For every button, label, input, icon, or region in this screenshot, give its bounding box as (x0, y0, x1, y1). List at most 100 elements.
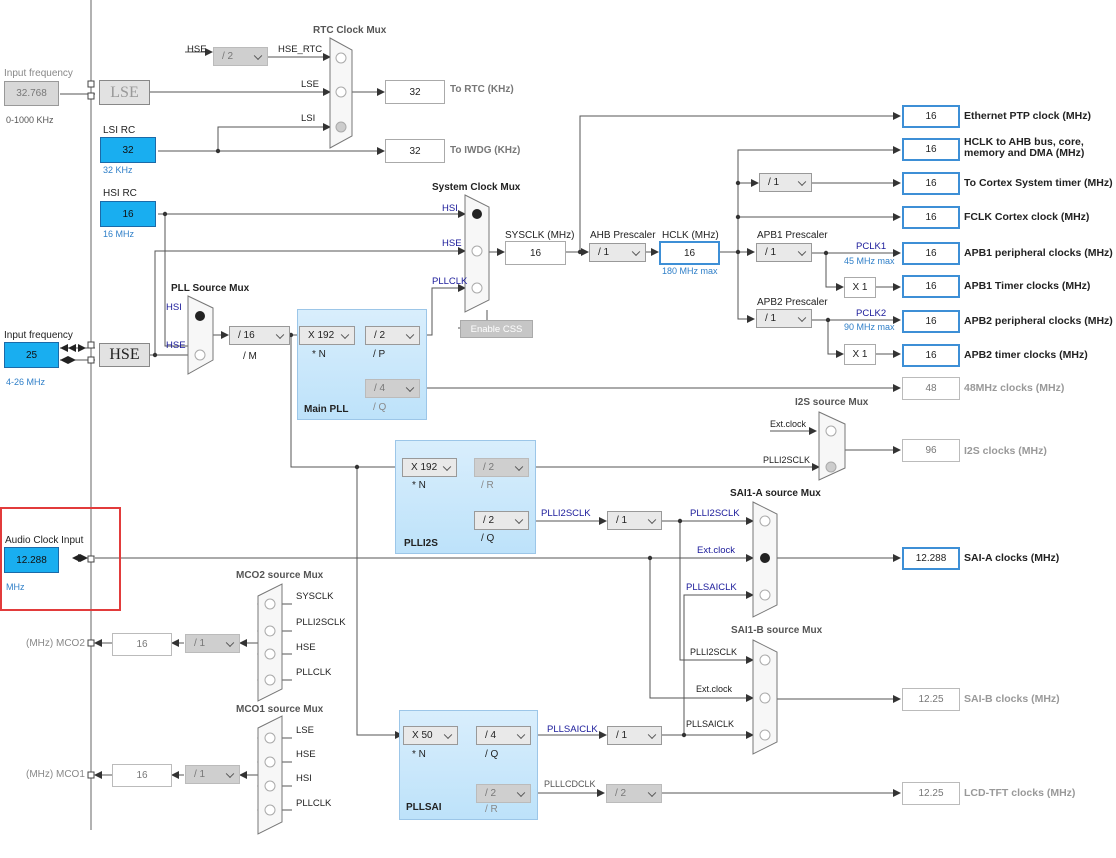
sai1b-plli2sclk: PLLI2SCLK (690, 647, 738, 657)
pclk1-label: PCLK1 (856, 241, 887, 252)
hclk-max: 180 MHz max (662, 266, 718, 276)
system-mux-title: System Clock Mux (432, 182, 521, 193)
apb1-peripheral-value: 16 (902, 242, 960, 265)
mco1-pin-label: (MHz) MCO1 (26, 769, 85, 780)
mco1-mux-title: MCO1 source Mux (236, 704, 324, 715)
lse-frequency-input[interactable]: 32.768 (4, 81, 59, 106)
mco1-value: 16 (112, 764, 172, 787)
mco2-mux-title: MCO2 source Mux (236, 570, 324, 581)
lcd-tft-clock-label: LCD-TFT clocks (MHz) (964, 787, 1076, 799)
apb2-timer-multiplier: X 1 (844, 344, 876, 365)
pllsai-r-label: / R (485, 804, 498, 815)
apb2-timer-label: APB2 timer clocks (MHz) (964, 349, 1088, 361)
apb1-timer-label: APB1 Timer clocks (MHz) (964, 280, 1091, 292)
mco2-input-sysclk: SYSCLK (296, 591, 334, 602)
pll-source-mux-title: PLL Source Mux (171, 283, 250, 294)
pll-source-hse: HSE (166, 340, 186, 351)
ethernet-ptp-label: Ethernet PTP clock (MHz) (964, 110, 1091, 122)
mco2-pin-label: (MHz) MCO2 (26, 638, 85, 649)
apb1-timer-value: 16 (902, 275, 960, 298)
apb2-prescaler-label: APB2 Prescaler (757, 297, 828, 308)
main-pll-q-select[interactable]: / 4 (365, 379, 420, 398)
rtc-input-lsi: LSI (301, 113, 316, 124)
hclk-ahb-label-2: memory and DMA (MHz) (964, 147, 1085, 159)
sai1b-ext-clock: Ext.clock (696, 684, 733, 694)
pllsai-div-select[interactable]: / 1 (607, 726, 662, 745)
fclk-value: 16 (902, 206, 960, 229)
ethernet-ptp-value: 16 (902, 105, 960, 128)
sai-b-clock-label: SAI-B clocks (MHz) (964, 693, 1060, 705)
mco1-divider-select[interactable]: / 1 (185, 765, 240, 784)
apb2-timer-value: 16 (902, 344, 960, 367)
ahb-prescaler-select[interactable]: / 1 (589, 243, 646, 262)
cortex-timer-divider[interactable]: / 1 (759, 173, 812, 192)
clock-48mhz-value: 48 (902, 377, 960, 400)
main-pll-q-label: / Q (373, 402, 387, 413)
audio-clock-input[interactable]: 12.288 (4, 547, 59, 573)
plli2s-div-select[interactable]: / 1 (607, 511, 662, 530)
lse-input-title: Input frequency (4, 68, 73, 79)
pllsai-q-select[interactable]: / 4 (476, 726, 531, 745)
system-mux-hse: HSE (442, 238, 462, 249)
lsi-rc-title: LSI RC (103, 125, 136, 136)
main-pll-p-select[interactable]: / 2 (365, 326, 420, 345)
hclk-value-input[interactable]: 16 (659, 241, 720, 265)
hclk-label: HCLK (MHz) (662, 230, 719, 241)
hse-frequency-input[interactable]: 25 (4, 342, 59, 368)
mco2-input-pllclk: PLLCLK (296, 667, 332, 678)
pllsai-title: PLLSAI (406, 802, 442, 813)
pllsai-r-select[interactable]: / 2 (476, 784, 531, 803)
pllsai-n-select[interactable]: X 50 (403, 726, 458, 745)
pllsaiclk-label: PLLSAICLK (547, 724, 598, 735)
pll-m-divider[interactable]: / 16 (229, 326, 290, 345)
apb2-peripheral-value: 16 (902, 310, 960, 333)
hsi-rc-value: 16 (100, 201, 156, 227)
i2s-mux-title: I2S source Mux (795, 397, 869, 408)
hse-oscillator[interactable]: HSE (99, 343, 150, 367)
i2s-mux-ext-clock: Ext.clock (770, 419, 807, 429)
sai1a-plli2sclk: PLLI2SCLK (690, 508, 740, 519)
system-mux-pllclk: PLLCLK (432, 276, 468, 287)
lsi-rc-value: 32 (100, 137, 156, 163)
main-pll-n-select[interactable]: X 192 (299, 326, 355, 345)
apb2-prescaler-select[interactable]: / 1 (756, 309, 812, 328)
clock-configuration-diagram: Input frequency 32.768 0-1000 KHz LSE LS… (0, 0, 1116, 858)
pll-source-hsi: HSI (166, 302, 182, 313)
lcd-tft-clock-value: 12.25 (902, 782, 960, 805)
plli2s-title: PLLI2S (404, 538, 438, 549)
main-pll-p-label: / P (373, 349, 386, 360)
sai-a-clock-value: 12.288 (902, 547, 960, 570)
apb1-prescaler-label: APB1 Prescaler (757, 230, 828, 241)
sai1b-pllsaiclk: PLLSAICLK (686, 719, 735, 729)
apb1-prescaler-select[interactable]: / 1 (756, 243, 812, 262)
apb1-timer-multiplier: X 1 (844, 277, 876, 298)
mco2-divider-select[interactable]: / 1 (185, 634, 240, 653)
pllsai-n-label: * N (412, 749, 426, 760)
pllsai-lcd-div-select[interactable]: / 2 (606, 784, 662, 803)
plli2s-n-select[interactable]: X 192 (402, 458, 457, 477)
plli2s-q-select[interactable]: / 2 (474, 511, 529, 530)
i2s-clock-value: 96 (902, 439, 960, 462)
apb2-peripheral-label: APB2 peripheral clocks (MHz) (964, 315, 1113, 327)
plli2s-r-select[interactable]: / 2 (474, 458, 529, 477)
audio-clock-unit: MHz (6, 582, 25, 592)
ahb-prescaler-label: AHB Prescaler (590, 230, 656, 241)
sai1a-pllsaiclk: PLLSAICLK (686, 582, 737, 593)
plli2s-n-label: * N (412, 480, 426, 491)
sai1b-mux-title: SAI1-B source Mux (731, 625, 823, 636)
rtc-input-lse: LSE (301, 79, 319, 90)
pclk1-max: 45 MHz max (844, 256, 895, 266)
pll-source-mux-shape (187, 295, 214, 375)
audio-clock-title: Audio Clock Input (5, 535, 84, 546)
main-pll-n-label: * N (312, 349, 326, 360)
plli2sclk-label: PLLI2SCLK (541, 508, 591, 519)
enable-css-button[interactable]: Enable CSS (460, 320, 533, 338)
mco2-input-hse: HSE (296, 642, 316, 653)
hse-range: 4-26 MHz (6, 377, 46, 387)
plli2s-r-label: / R (481, 480, 494, 491)
mco2-value: 16 (112, 633, 172, 656)
mco1-input-pllclk: PLLCLK (296, 798, 332, 809)
lse-oscillator[interactable]: LSE (99, 80, 150, 105)
rtc-hse-divider[interactable]: / 2 (213, 47, 268, 66)
mco1-input-hse: HSE (296, 749, 316, 760)
